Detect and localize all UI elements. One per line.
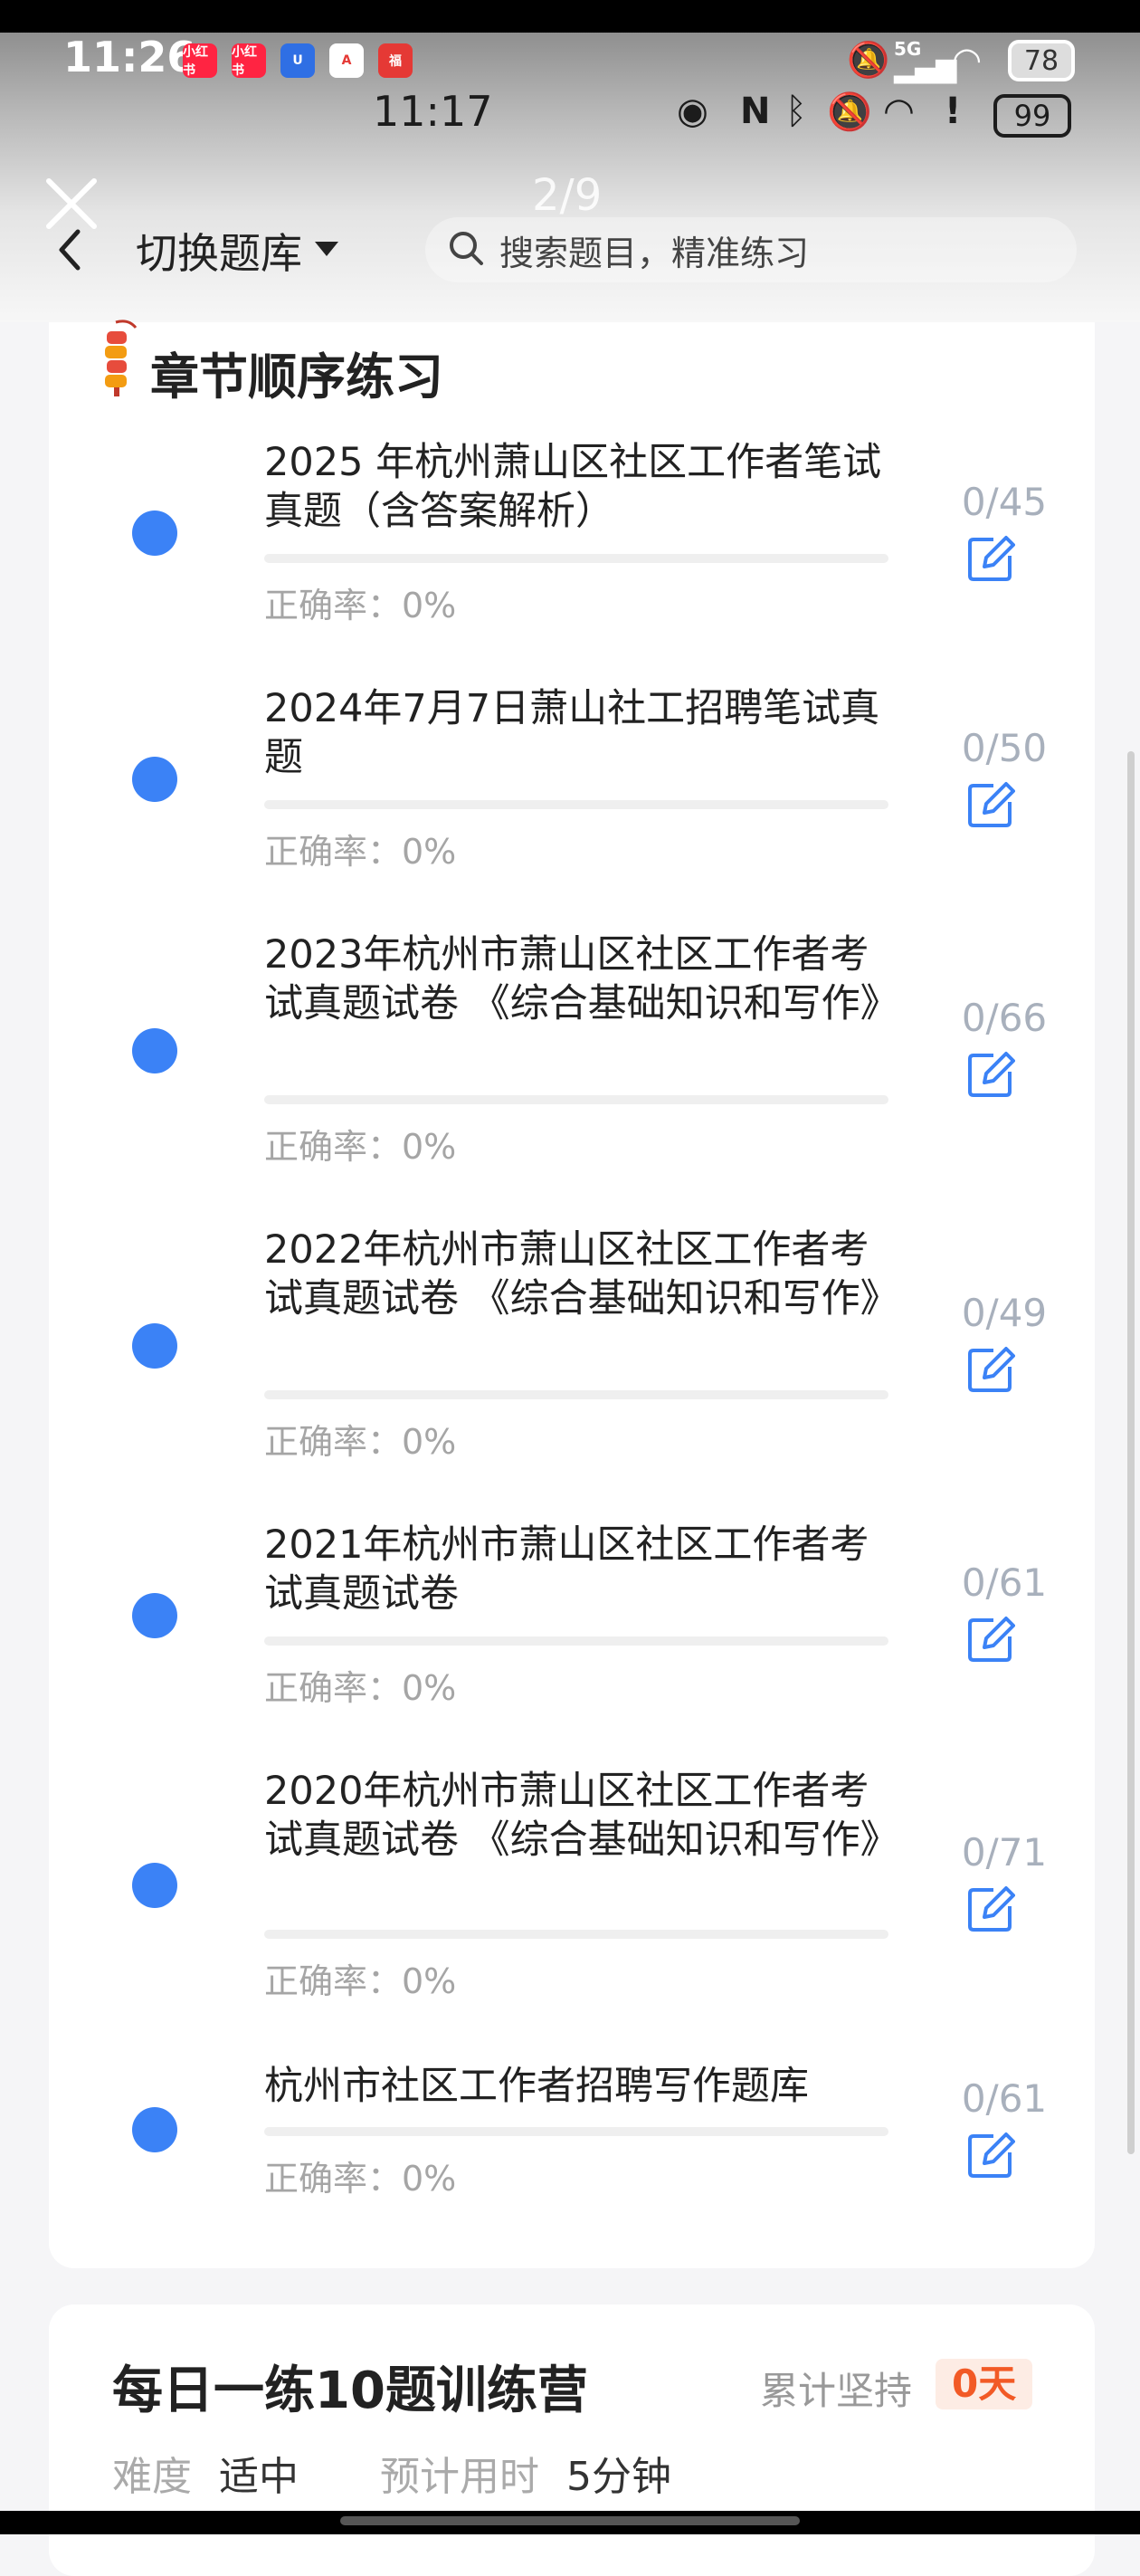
system-status-bar	[0, 0, 1140, 33]
daily-practice-title: 每日一练10题训练营	[112, 2361, 588, 2420]
question-count: 0/61	[961, 1560, 1048, 1605]
nfc-icon: N	[740, 91, 771, 132]
status-dot	[132, 757, 177, 802]
accuracy-text: 正确率：0%	[264, 2159, 457, 2199]
accuracy-text: 正确率：0%	[264, 1668, 457, 1708]
status-dot	[132, 2107, 177, 2152]
chapter-title: 2024年7月7日萧山社工招聘笔试真题	[264, 686, 880, 780]
edit-icon[interactable]	[966, 1615, 1015, 1664]
estimated-time-info: 预计用时 5分钟	[380, 2444, 671, 2502]
chapter-title: 2023年杭州市萧山区社区工作者考试真题试卷 《综合基础知识和写作》	[264, 932, 899, 1026]
status-dot	[132, 1863, 177, 1908]
question-count: 0/50	[961, 726, 1048, 770]
status-dot	[132, 1323, 177, 1369]
daily-practice-card[interactable]	[49, 2304, 1095, 2576]
app-icon-fu: 福	[378, 43, 413, 78]
search-placeholder: 搜索题目，精准练习	[499, 233, 810, 273]
chapter-title: 2025 年杭州萧山区社区工作者笔试真题（含答案解析）	[264, 440, 882, 534]
accuracy-text: 正确率：0%	[264, 832, 457, 872]
accuracy-text: 正确率：0%	[264, 586, 457, 625]
wifi-icon: ◠	[883, 91, 915, 132]
difficulty-info: 难度 适中	[112, 2444, 299, 2502]
progress-bar	[264, 2127, 888, 2136]
chapter-title: 杭州市社区工作者招聘写作题库	[264, 2064, 809, 2109]
home-indicator[interactable]	[340, 2516, 800, 2525]
back-icon[interactable]	[51, 224, 90, 275]
edit-icon[interactable]	[966, 1345, 1015, 1394]
signal-icon: ▂▄▆	[894, 52, 957, 84]
chapter-title: 2022年杭州市萧山区社区工作者考试真题试卷 《综合基础知识和写作》	[264, 1227, 899, 1321]
battery-indicator: 78	[1008, 40, 1075, 81]
status-time: 11:26	[63, 33, 196, 81]
progress-bar	[264, 1390, 888, 1399]
firecracker-icon	[98, 319, 139, 400]
progress-bar	[264, 800, 888, 809]
chapter-title: 2020年杭州市萧山区社区工作者考试真题试卷 《综合基础知识和写作》	[264, 1769, 899, 1863]
progress-bar	[264, 1095, 888, 1104]
progress-bar	[264, 1930, 888, 1939]
caret-down-icon	[313, 240, 340, 262]
progress-bar	[264, 1636, 888, 1646]
edit-icon[interactable]	[966, 1050, 1015, 1099]
mute-icon: 🔕	[847, 40, 890, 80]
edit-icon[interactable]	[966, 2131, 1015, 2180]
edit-icon[interactable]	[966, 534, 1015, 583]
switch-bank-label: 切换题库	[136, 229, 302, 278]
scrollbar[interactable]	[1127, 751, 1135, 2154]
chapter-title: 2021年杭州市萧山区社区工作者考试真题试卷	[264, 1522, 869, 1617]
question-count: 0/71	[961, 1830, 1048, 1875]
estimated-time-value: 5分钟	[566, 2454, 671, 2500]
switch-bank-button[interactable]: 切换题库	[136, 221, 340, 281]
inner-status-time: 11:17	[373, 87, 493, 136]
battery-indicator: 99	[993, 94, 1071, 138]
question-count: 0/61	[961, 2076, 1048, 2121]
question-count: 0/66	[961, 996, 1048, 1040]
question-count: 0/49	[961, 1291, 1048, 1335]
accuracy-text: 正确率：0%	[264, 1961, 457, 2001]
status-dot	[132, 1593, 177, 1638]
section-title: 章节顺序练习	[150, 348, 443, 405]
wifi-icon: ◠	[952, 40, 983, 80]
progress-bar	[264, 554, 888, 563]
app-icon-u: U	[280, 43, 315, 78]
eye-icon: ◉	[677, 91, 708, 132]
estimated-time-label: 预计用时	[380, 2454, 539, 2500]
status-dot	[132, 1028, 177, 1073]
page-indicator: 2/9	[532, 170, 603, 221]
xiaohongshu-icon: 小红书	[232, 43, 266, 78]
bluetooth-icon: ᛒ	[785, 91, 807, 132]
xiaohongshu-icon: 小红书	[183, 43, 217, 78]
edit-icon[interactable]	[966, 1884, 1015, 1933]
difficulty-value: 适中	[219, 2454, 299, 2500]
accuracy-text: 正确率：0%	[264, 1422, 457, 1462]
search-icon	[447, 229, 485, 271]
status-dot	[132, 510, 177, 556]
alert-icon: !	[945, 91, 962, 132]
persist-label: 累计坚持	[760, 2369, 913, 2413]
persist-badge: 0天	[936, 2359, 1033, 2409]
search-input[interactable]: 搜索题目，精准练习	[425, 217, 1077, 282]
accuracy-text: 正确率：0%	[264, 1127, 457, 1167]
mute-icon: 🔕	[827, 91, 872, 133]
edit-icon[interactable]	[966, 780, 1015, 829]
difficulty-label: 难度	[112, 2454, 192, 2500]
question-count: 0/45	[961, 480, 1048, 524]
app-icon-a: A	[329, 43, 364, 78]
